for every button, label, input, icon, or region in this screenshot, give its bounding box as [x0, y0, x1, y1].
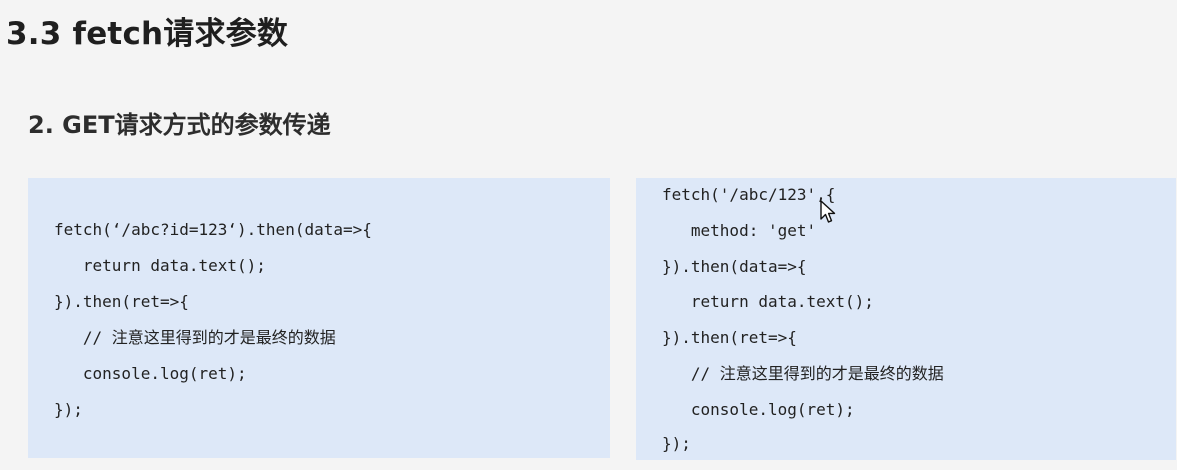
code-line: fetch(‘/abc?id=123‘).then(data=>{ [54, 220, 372, 239]
code-line: }); [54, 400, 83, 419]
code-line: console.log(ret); [54, 364, 247, 383]
page-title: 3.3 fetch请求参数 [6, 16, 289, 52]
code-comment-line: // 注意这里得到的才是最终的数据 [54, 328, 336, 347]
code-line: console.log(ret); [662, 400, 855, 419]
mouse-pointer-icon [820, 200, 836, 223]
code-line: }).then(ret=>{ [662, 328, 797, 347]
code-line: return data.text(); [662, 292, 874, 311]
code-line: }).then(data=>{ [662, 257, 807, 276]
code-line: }).then(ret=>{ [54, 292, 189, 311]
code-comment-line: // 注意这里得到的才是最终的数据 [662, 364, 944, 383]
code-block-query-string: fetch(‘/abc?id=123‘).then(data=>{ return… [28, 178, 610, 458]
code-block-restful-path: fetch('/abc/123',{ method: 'get' }).then… [636, 178, 1176, 460]
section-subtitle: 2. GET请求方式的参数传递 [28, 111, 331, 139]
code-line: return data.text(); [54, 256, 266, 275]
code-line: fetch('/abc/123',{ [662, 185, 836, 204]
code-line: }); [662, 434, 691, 453]
code-line: method: 'get' [662, 221, 817, 240]
